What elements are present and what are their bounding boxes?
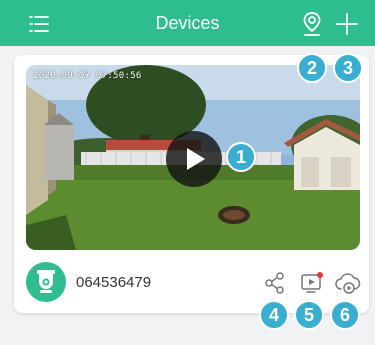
callout-badge-1: 1	[226, 142, 256, 172]
callout-badge-2: 2	[297, 53, 327, 83]
share-icon	[265, 272, 284, 294]
callout-badge-6: 6	[330, 300, 360, 330]
callout-badge-3: 3	[333, 53, 363, 83]
camera-preview[interactable]: 2020-09-07 07:50:56	[26, 65, 360, 250]
location-pin-icon	[303, 12, 321, 36]
app-header: Devices	[0, 0, 375, 46]
plus-icon	[336, 13, 358, 35]
add-device-button[interactable]	[331, 8, 363, 40]
security-camera-icon	[37, 270, 55, 293]
device-card: 2020-09-07 07:50:56 064536479	[14, 55, 369, 313]
cloud-playback-button[interactable]	[332, 268, 362, 298]
device-name: 064536479	[76, 274, 152, 291]
playback-button[interactable]	[296, 268, 326, 298]
cloud-play-icon	[335, 273, 361, 294]
callout-badge-4: 4	[259, 300, 289, 330]
callout-badge-5: 5	[294, 300, 324, 330]
play-button[interactable]	[166, 131, 222, 187]
video-timestamp: 2020-09-07 07:50:56	[33, 71, 142, 81]
location-button[interactable]	[296, 8, 328, 40]
play-icon	[187, 148, 205, 170]
playback-icon	[301, 272, 323, 293]
share-button[interactable]	[260, 268, 290, 298]
device-avatar	[26, 262, 66, 302]
